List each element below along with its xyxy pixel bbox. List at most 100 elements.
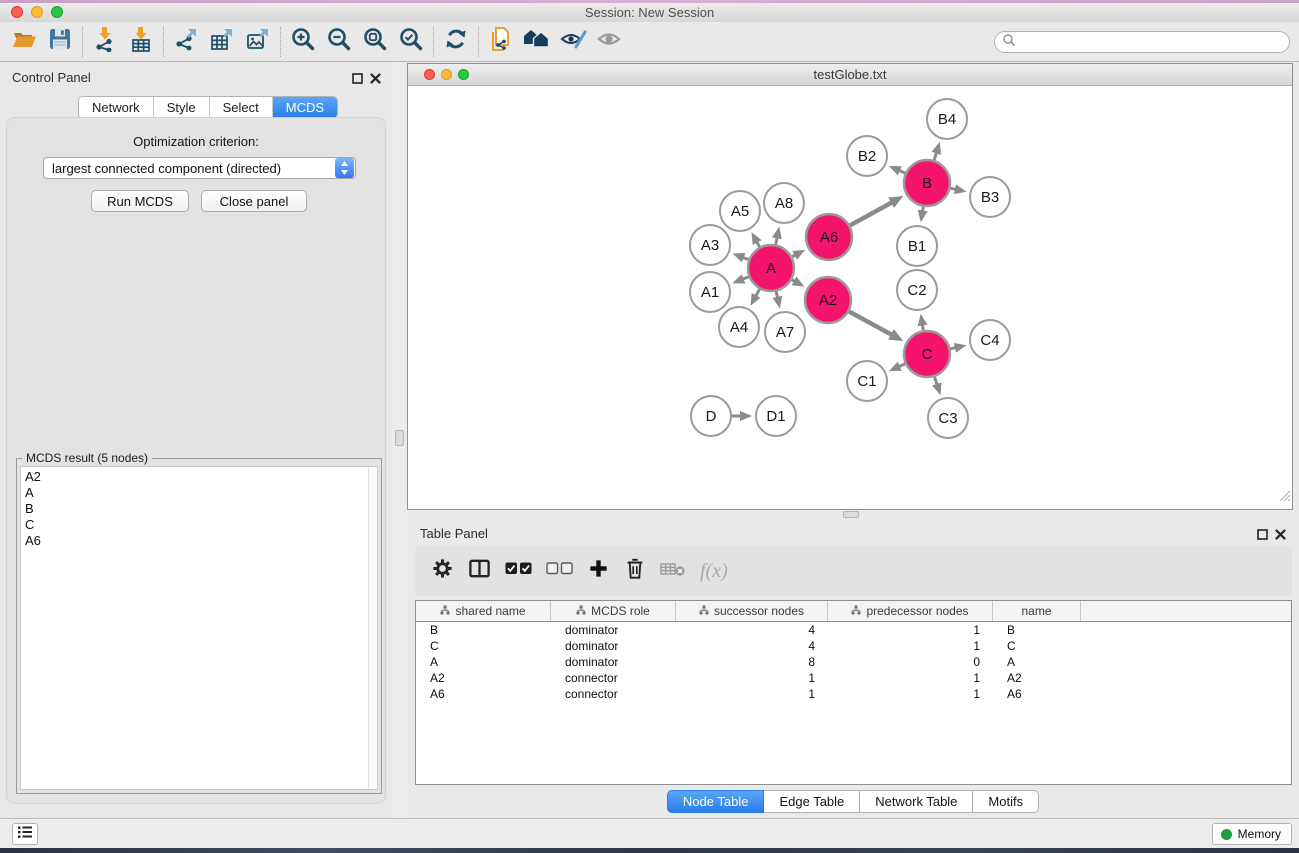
table-cell[interactable]: B	[993, 622, 1081, 638]
table-cell[interactable]: 1	[828, 670, 993, 686]
split-panel-button[interactable]	[468, 554, 491, 588]
search-field[interactable]	[994, 31, 1290, 53]
edge-A2-C[interactable]	[849, 311, 892, 334]
edge-A-A7[interactable]	[776, 291, 777, 297]
node-B[interactable]: B	[904, 160, 950, 206]
zoom-in-button[interactable]	[285, 25, 321, 59]
table-cell[interactable]: A6	[993, 686, 1081, 702]
table-cell[interactable]: B	[416, 622, 551, 638]
mcds-result-item[interactable]: B	[25, 501, 377, 517]
node-B2[interactable]: B2	[847, 136, 887, 176]
node-B4[interactable]: B4	[927, 99, 967, 139]
table-cell[interactable]: connector	[551, 686, 676, 702]
tab-network-table[interactable]: Network Table	[860, 790, 973, 813]
table-cell[interactable]: dominator	[551, 654, 676, 670]
node-C4[interactable]: C4	[970, 320, 1010, 360]
network-from-selection-button[interactable]	[483, 25, 519, 59]
network-close-button[interactable]	[424, 69, 435, 80]
tab-select[interactable]: Select	[210, 97, 273, 118]
edge-A-A8[interactable]	[776, 237, 777, 244]
float-panel-icon[interactable]	[352, 71, 364, 83]
zoom-selected-button[interactable]	[393, 25, 429, 59]
node-A5[interactable]: A5	[720, 191, 760, 231]
edge-C-C4[interactable]	[950, 348, 955, 349]
show-graphics-details-button[interactable]	[591, 25, 627, 59]
edge-C-C3[interactable]	[934, 377, 937, 385]
table-cell[interactable]: A	[416, 654, 551, 670]
delete-columns-button[interactable]	[624, 554, 646, 588]
table-cell[interactable]: A	[993, 654, 1081, 670]
zoom-fit-button[interactable]	[357, 25, 393, 59]
tab-mcds[interactable]: MCDS	[273, 97, 337, 118]
node-B1[interactable]: B1	[897, 226, 937, 266]
column-settings-button[interactable]	[431, 554, 454, 588]
node-B3[interactable]: B3	[970, 177, 1010, 217]
table-cell[interactable]: 8	[676, 654, 828, 670]
table-cell[interactable]: connector	[551, 670, 676, 686]
table-cell[interactable]: 1	[676, 670, 828, 686]
optimization-criterion-select[interactable]: largest connected component (directed)	[43, 157, 356, 179]
export-table-button[interactable]	[204, 25, 240, 59]
tab-motifs[interactable]: Motifs	[973, 790, 1039, 813]
mcds-result-item[interactable]: C	[25, 517, 377, 533]
edge-B-B3[interactable]	[950, 188, 955, 189]
edge-A6-B[interactable]	[850, 202, 892, 225]
node-C[interactable]: C	[904, 331, 950, 377]
network-window-titlebar[interactable]: testGlobe.txt	[408, 64, 1292, 86]
table-row[interactable]: A2connector11A2	[416, 670, 1291, 686]
window-resize-grip[interactable]	[1278, 489, 1291, 507]
tab-style[interactable]: Style	[154, 97, 210, 118]
table-row[interactable]: Adominator80A	[416, 654, 1291, 670]
import-network-button[interactable]	[87, 25, 123, 59]
column-header-predecessor-nodes[interactable]: predecessor nodes	[828, 601, 993, 621]
node-C2[interactable]: C2	[897, 270, 937, 310]
edge-B-B1[interactable]	[922, 207, 923, 212]
node-D[interactable]: D	[691, 396, 731, 436]
node-C3[interactable]: C3	[928, 398, 968, 438]
minimize-window-button[interactable]	[31, 6, 43, 18]
node-A2[interactable]: A2	[805, 277, 851, 323]
node-A8[interactable]: A8	[764, 183, 804, 223]
node-A7[interactable]: A7	[765, 312, 805, 352]
table-cell[interactable]: 1	[828, 638, 993, 654]
table-cell[interactable]: dominator	[551, 622, 676, 638]
edge-C-C1[interactable]	[899, 364, 905, 367]
column-header-name[interactable]: name	[993, 601, 1081, 621]
node-A[interactable]: A	[748, 245, 794, 291]
edge-A-A3[interactable]	[743, 257, 749, 259]
node-table[interactable]: shared nameMCDS rolesuccessor nodesprede…	[415, 600, 1292, 785]
table-cell[interactable]: 0	[828, 654, 993, 670]
mcds-result-item[interactable]: A2	[25, 469, 377, 485]
mcds-result-list[interactable]: A2ABCA6	[20, 466, 378, 790]
edge-A-A4[interactable]	[756, 289, 760, 296]
table-cell[interactable]: 1	[828, 686, 993, 702]
table-cell[interactable]: A6	[416, 686, 551, 702]
edge-C-C2[interactable]	[922, 325, 923, 331]
table-row[interactable]: Bdominator41B	[416, 622, 1291, 638]
select-all-columns-button[interactable]	[505, 554, 532, 588]
edge-A-A5[interactable]	[757, 242, 760, 247]
memory-status-button[interactable]: Memory	[1212, 823, 1292, 845]
column-header-successor-nodes[interactable]: successor nodes	[676, 601, 828, 621]
task-history-button[interactable]	[12, 823, 38, 845]
column-header-MCDS-role[interactable]: MCDS role	[551, 601, 676, 621]
mcds-result-item[interactable]: A	[25, 485, 377, 501]
table-cell[interactable]: C	[416, 638, 551, 654]
table-row[interactable]: A6connector11A6	[416, 686, 1291, 702]
delete-table-button[interactable]	[660, 554, 686, 588]
add-column-button[interactable]	[587, 554, 610, 588]
tab-node-table[interactable]: Node Table	[667, 790, 765, 813]
network-graph[interactable]: AA1A2A3A4A5A6A7A8BB1B2B3B4CC1C2C3C4DD1	[408, 86, 1292, 508]
close-table-panel-icon[interactable]	[1275, 527, 1287, 539]
mcds-result-item[interactable]: A6	[25, 533, 377, 549]
zoom-out-button[interactable]	[321, 25, 357, 59]
refresh-button[interactable]	[438, 25, 474, 59]
run-mcds-button[interactable]: Run MCDS	[91, 190, 189, 212]
float-table-panel-icon[interactable]	[1257, 527, 1269, 539]
import-table-button[interactable]	[123, 25, 159, 59]
table-cell[interactable]: A2	[416, 670, 551, 686]
function-builder-button[interactable]: f(x)	[700, 554, 728, 588]
edge-A-A1[interactable]	[743, 277, 749, 279]
node-A3[interactable]: A3	[690, 225, 730, 265]
unselect-all-columns-button[interactable]	[546, 554, 573, 588]
